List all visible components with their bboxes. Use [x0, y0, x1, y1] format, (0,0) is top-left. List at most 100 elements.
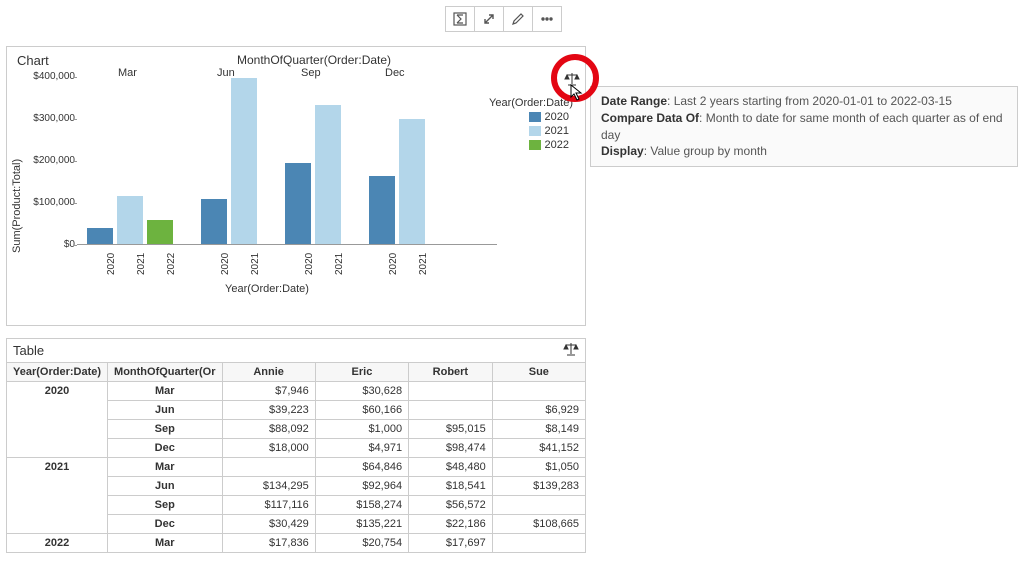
- tooltip-key: Display: [601, 144, 644, 158]
- month-cell: Mar: [108, 534, 222, 553]
- x-tick: 2022: [166, 253, 177, 275]
- data-cell: [492, 382, 585, 401]
- x-tick: 2020: [220, 253, 231, 275]
- legend-swatch: [529, 126, 541, 136]
- table-header-cell[interactable]: Year(Order:Date): [7, 363, 108, 382]
- data-cell: $6,929: [492, 401, 585, 420]
- chart-bar[interactable]: [285, 163, 311, 244]
- data-cell: $4,971: [315, 439, 408, 458]
- more-button[interactable]: [532, 6, 562, 32]
- pencil-icon: [510, 11, 526, 27]
- table-compare-button[interactable]: [563, 342, 579, 359]
- table-panel: Table Year(Order:Date)MonthOfQuarter(OrA…: [6, 338, 586, 553]
- table-row: 2022Mar$17,836$20,754$17,697: [7, 534, 586, 553]
- table-row: 2020Mar$7,946$30,628: [7, 382, 586, 401]
- table-header-cell[interactable]: Annie: [222, 363, 315, 382]
- data-cell: $158,274: [315, 496, 408, 515]
- expand-button[interactable]: [474, 6, 504, 32]
- legend-swatch: [529, 112, 541, 122]
- chart-legend: Year(Order:Date) 202020212022: [529, 111, 569, 153]
- data-cell: [222, 458, 315, 477]
- month-cell: Dec: [108, 439, 222, 458]
- tooltip-key: Compare Data Of: [601, 111, 699, 125]
- tooltip-key: Date Range: [601, 94, 667, 108]
- chart-bar[interactable]: [231, 78, 257, 244]
- legend-title: Year(Order:Date): [489, 97, 573, 109]
- data-cell: [492, 496, 585, 515]
- y-tick: $400,000: [31, 71, 75, 82]
- data-cell: $60,166: [315, 401, 408, 420]
- data-cell: $18,000: [222, 439, 315, 458]
- data-cell: $1,000: [315, 420, 408, 439]
- year-cell: 2020: [7, 382, 108, 458]
- table-header-cell[interactable]: Eric: [315, 363, 408, 382]
- month-cell: Mar: [108, 382, 222, 401]
- y-tick: $200,000: [31, 155, 75, 166]
- data-cell: [409, 401, 493, 420]
- chart-bar[interactable]: [147, 220, 173, 244]
- x-tick: 2021: [418, 253, 429, 275]
- group-label: Mar: [118, 67, 137, 79]
- legend-item[interactable]: 2022: [529, 139, 569, 151]
- table-title: Table: [13, 343, 44, 358]
- data-cell: $30,429: [222, 515, 315, 534]
- data-cell: $98,474: [409, 439, 493, 458]
- table-header-cell[interactable]: Sue: [492, 363, 585, 382]
- x-tick: 2020: [388, 253, 399, 275]
- legend-label: 2022: [545, 139, 569, 151]
- data-cell: $1,050: [492, 458, 585, 477]
- month-cell: Jun: [108, 477, 222, 496]
- group-label: Sep: [301, 67, 321, 79]
- data-cell: $48,480: [409, 458, 493, 477]
- data-cell: $95,015: [409, 420, 493, 439]
- chart-bar[interactable]: [87, 228, 113, 244]
- balance-icon: [563, 342, 579, 356]
- data-cell: $56,572: [409, 496, 493, 515]
- more-icon: [539, 11, 555, 27]
- compare-tooltip: Date Range: Last 2 years starting from 2…: [590, 86, 1018, 167]
- data-cell: $39,223: [222, 401, 315, 420]
- sigma-icon: [452, 11, 468, 27]
- edit-button[interactable]: [503, 6, 533, 32]
- month-cell: Dec: [108, 515, 222, 534]
- chart-plot: $400,000$300,000$200,000$100,000$0MarJun…: [77, 77, 497, 245]
- data-cell: $7,946: [222, 382, 315, 401]
- data-cell: $108,665: [492, 515, 585, 534]
- data-cell: $18,541: [409, 477, 493, 496]
- month-cell: Sep: [108, 496, 222, 515]
- legend-label: 2021: [545, 125, 569, 137]
- chart-group-title: MonthOfQuarter(Order:Date): [237, 53, 391, 67]
- legend-item[interactable]: 2020: [529, 111, 569, 123]
- group-label: Dec: [385, 67, 405, 79]
- table-header-cell[interactable]: MonthOfQuarter(Or: [108, 363, 222, 382]
- chart-bar[interactable]: [201, 199, 227, 244]
- month-cell: Jun: [108, 401, 222, 420]
- data-cell: $17,836: [222, 534, 315, 553]
- chart-area: Sum(Product:Total) $400,000$300,000$200,…: [35, 77, 500, 295]
- chart-bar[interactable]: [315, 105, 341, 244]
- x-tick: 2020: [304, 253, 315, 275]
- chart-bar[interactable]: [399, 119, 425, 244]
- chart-bar[interactable]: [369, 176, 395, 244]
- table-row: 2021Mar$64,846$48,480$1,050: [7, 458, 586, 477]
- x-axis-label: Year(Order:Date): [225, 283, 309, 295]
- data-cell: $64,846: [315, 458, 408, 477]
- data-cell: $17,697: [409, 534, 493, 553]
- month-cell: Mar: [108, 458, 222, 477]
- data-cell: $139,283: [492, 477, 585, 496]
- data-cell: $134,295: [222, 477, 315, 496]
- tooltip-val: : Value group by month: [644, 144, 767, 158]
- chart-bar[interactable]: [117, 196, 143, 244]
- table-header-cell[interactable]: Robert: [409, 363, 493, 382]
- x-tick: 2020: [106, 253, 117, 275]
- month-cell: Sep: [108, 420, 222, 439]
- x-tick: 2021: [334, 253, 345, 275]
- legend-item[interactable]: 2021: [529, 125, 569, 137]
- data-cell: $20,754: [315, 534, 408, 553]
- data-cell: $22,186: [409, 515, 493, 534]
- sigma-button[interactable]: [445, 6, 475, 32]
- data-cell: [409, 382, 493, 401]
- data-cell: [492, 534, 585, 553]
- legend-swatch: [529, 140, 541, 150]
- data-cell: $92,964: [315, 477, 408, 496]
